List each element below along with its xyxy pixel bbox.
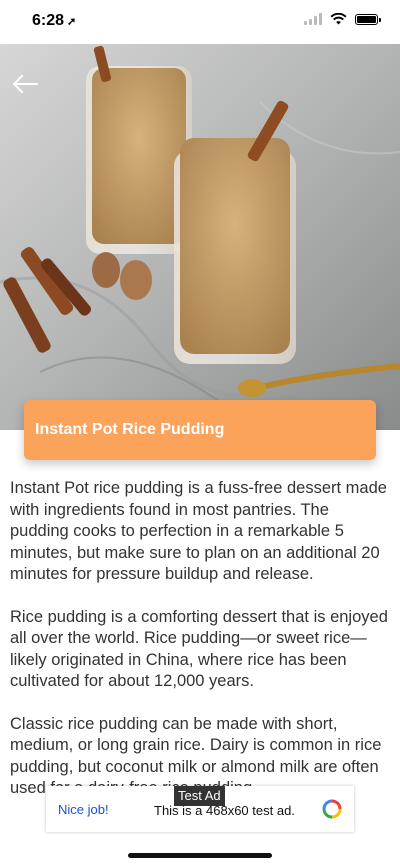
ad-nice-job[interactable]: Nice job! xyxy=(58,802,109,817)
arrow-left-icon xyxy=(13,75,38,93)
status-time: 6:28 ➚ xyxy=(32,12,76,30)
hero-image xyxy=(0,42,400,430)
ad-banner[interactable]: Test Ad Nice job! This is a 468x60 test … xyxy=(46,786,354,832)
recipe-title-card: Instant Pot Rice Pudding xyxy=(24,400,376,460)
article-paragraph: Instant Pot rice pudding is a fuss-free … xyxy=(10,479,387,583)
battery-icon xyxy=(355,13,381,25)
location-icon: ➚ xyxy=(67,16,77,28)
article-paragraph: Rice pudding is a comforting dessert tha… xyxy=(10,607,388,691)
status-time-text: 6:28 xyxy=(32,12,65,29)
status-bar: 6:28 ➚ xyxy=(0,0,400,44)
recipe-title: Instant Pot Rice Pudding xyxy=(35,421,225,438)
rice-pudding-photo xyxy=(0,42,400,430)
wifi-icon xyxy=(330,13,347,25)
ad-text[interactable]: This is a 468x60 test ad. xyxy=(154,803,295,818)
ad-choices-logo[interactable] xyxy=(322,799,342,819)
home-indicator xyxy=(128,853,272,858)
back-button[interactable] xyxy=(10,68,42,100)
article-body: Instant Pot rice pudding is a fuss-free … xyxy=(10,478,390,821)
signal-icon xyxy=(304,13,322,25)
status-icons xyxy=(304,13,381,25)
